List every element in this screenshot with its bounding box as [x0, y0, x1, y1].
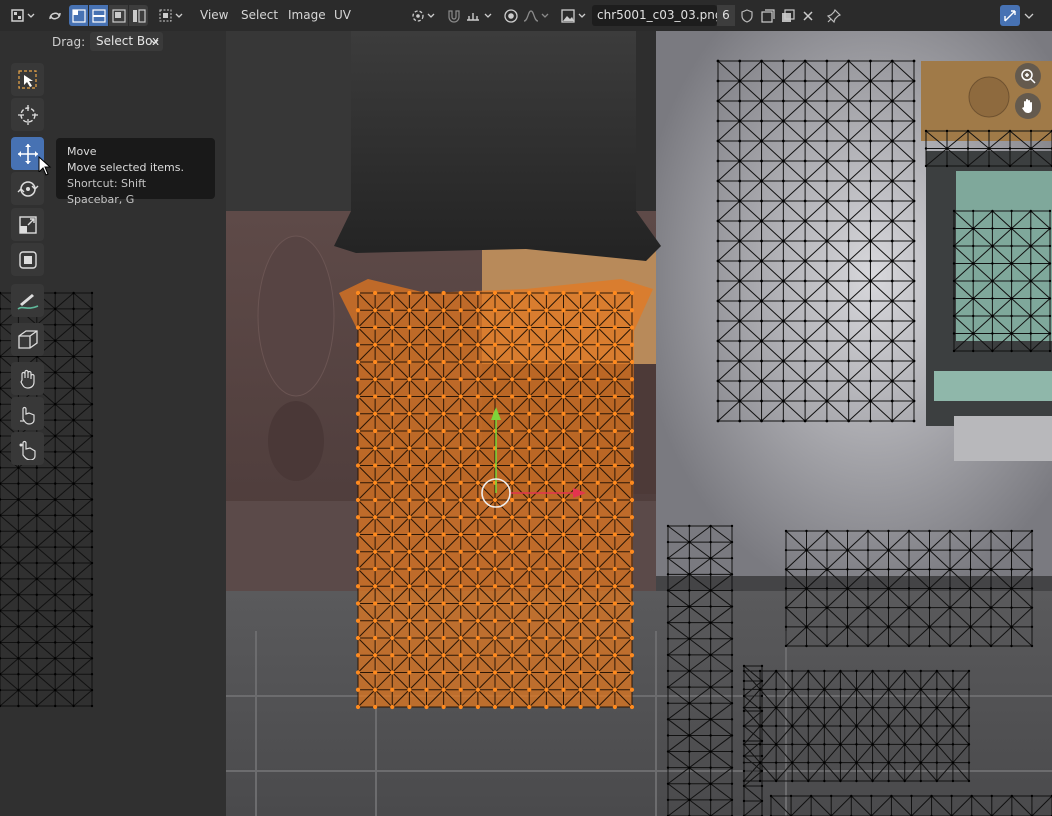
vertex-select-mode-button[interactable] [69, 5, 88, 26]
tool-cursor[interactable] [11, 98, 44, 131]
texture-grey-block [954, 416, 1052, 461]
relax-hand-icon [19, 406, 35, 425]
cursor-icon [17, 104, 38, 125]
texture-boot-sole [257, 235, 335, 397]
texture-button [968, 76, 1010, 118]
texture-canvas[interactable] [226, 31, 1052, 816]
annotate-pencil-icon [17, 293, 38, 310]
magnet-icon [448, 9, 460, 23]
tooltip-description: Move selected items. [67, 161, 185, 174]
rotate-icon [17, 180, 38, 197]
snapping-toggle[interactable] [444, 5, 464, 26]
tool-relax[interactable] [11, 397, 44, 430]
rip-region-icon [17, 329, 38, 349]
fake-user-button[interactable] [737, 5, 757, 26]
uv-viewport[interactable] [226, 31, 1052, 816]
tool-annotate[interactable] [11, 284, 44, 317]
edge-select-icon [91, 8, 106, 23]
tool-transform[interactable] [11, 243, 44, 276]
image-name-field[interactable]: chr5001_c03_03.png [592, 5, 722, 26]
sticky-selection-icon [159, 9, 183, 21]
image-users-count[interactable]: 6 [717, 5, 735, 26]
island-select-icon [132, 8, 146, 23]
pan-button[interactable] [1015, 93, 1041, 119]
open-image-button[interactable] [778, 5, 798, 26]
falloff-curve-icon [523, 9, 549, 22]
proportional-falloff-button[interactable] [522, 5, 552, 26]
proportional-edit-icon [504, 8, 518, 23]
scale-icon [18, 215, 37, 234]
tool-rip-region[interactable] [11, 323, 44, 356]
tool-scale[interactable] [11, 208, 44, 241]
move-icon [17, 143, 38, 164]
menu-uv[interactable]: UV [334, 8, 351, 22]
uv-island-selected[interactable] [339, 279, 653, 710]
image-editor-icon [11, 8, 35, 22]
copy-image-icon [782, 8, 795, 22]
texture-cloth-top-left [226, 31, 351, 211]
chevron-down-icon [1024, 13, 1034, 19]
tool-rotate[interactable] [11, 172, 44, 205]
editor-type-button[interactable] [8, 5, 38, 26]
transform-icon [18, 250, 37, 269]
proportional-editing-toggle[interactable] [501, 5, 521, 26]
tooltip-shortcut: Shortcut: Shift Spacebar, G [67, 177, 147, 206]
texture-dark-shirt [334, 31, 661, 261]
texture-teal-strip [934, 371, 1052, 401]
pivot-point-button[interactable] [410, 5, 438, 26]
face-select-icon [111, 8, 126, 23]
tool-grab[interactable] [11, 362, 44, 395]
image-browse-icon [561, 8, 586, 23]
snap-increment-icon [467, 12, 492, 21]
vertex-select-icon [71, 8, 86, 23]
tool-select-box[interactable] [11, 63, 44, 96]
unlink-image-button[interactable] [799, 5, 817, 26]
pin-image-button[interactable] [824, 5, 844, 26]
new-image-button[interactable] [758, 5, 778, 26]
zoom-button[interactable] [1015, 63, 1041, 89]
tooltip-title: Move [67, 145, 97, 158]
tool-pinch[interactable] [11, 432, 44, 465]
menu-select[interactable]: Select [241, 8, 278, 22]
move-tool-tooltip: Move Move selected items. Shortcut: Shif… [56, 138, 215, 206]
new-image-icon [761, 8, 775, 23]
select-box-icon [17, 69, 37, 89]
gizmo-icon [1004, 9, 1016, 21]
browse-image-button[interactable] [560, 5, 590, 26]
drag-mode-dropdown[interactable]: Select Box [90, 32, 163, 51]
drag-label: Drag: [52, 35, 86, 49]
snap-target-button[interactable] [465, 5, 495, 26]
menu-view[interactable]: View [200, 8, 228, 22]
pin-icon [827, 8, 841, 23]
grab-hand-icon [19, 369, 35, 389]
pivot-icon [412, 9, 435, 22]
edge-select-mode-button[interactable] [89, 5, 108, 26]
menu-image[interactable]: Image [288, 8, 326, 22]
chevron-down-icon [150, 39, 159, 45]
texture-trouser [226, 591, 1052, 816]
pinch-hand-icon [19, 440, 36, 460]
zoom-icon [1021, 69, 1036, 84]
close-icon [803, 10, 813, 21]
gizmo-options-button[interactable] [1020, 5, 1038, 26]
face-select-mode-button[interactable] [109, 5, 128, 26]
hand-icon [1022, 99, 1032, 113]
texture-boot-heel [268, 401, 324, 481]
gizmo-toggle[interactable] [1000, 5, 1020, 26]
sticky-selection-mode-button[interactable] [158, 5, 186, 26]
sync-icon [49, 12, 61, 19]
uv-sync-selection-button[interactable] [45, 5, 65, 26]
shield-icon [741, 8, 753, 23]
uv-editor-header: View Select Image UV chr5001_c03_03.png … [0, 0, 1052, 31]
island-select-mode-button[interactable] [129, 5, 148, 26]
